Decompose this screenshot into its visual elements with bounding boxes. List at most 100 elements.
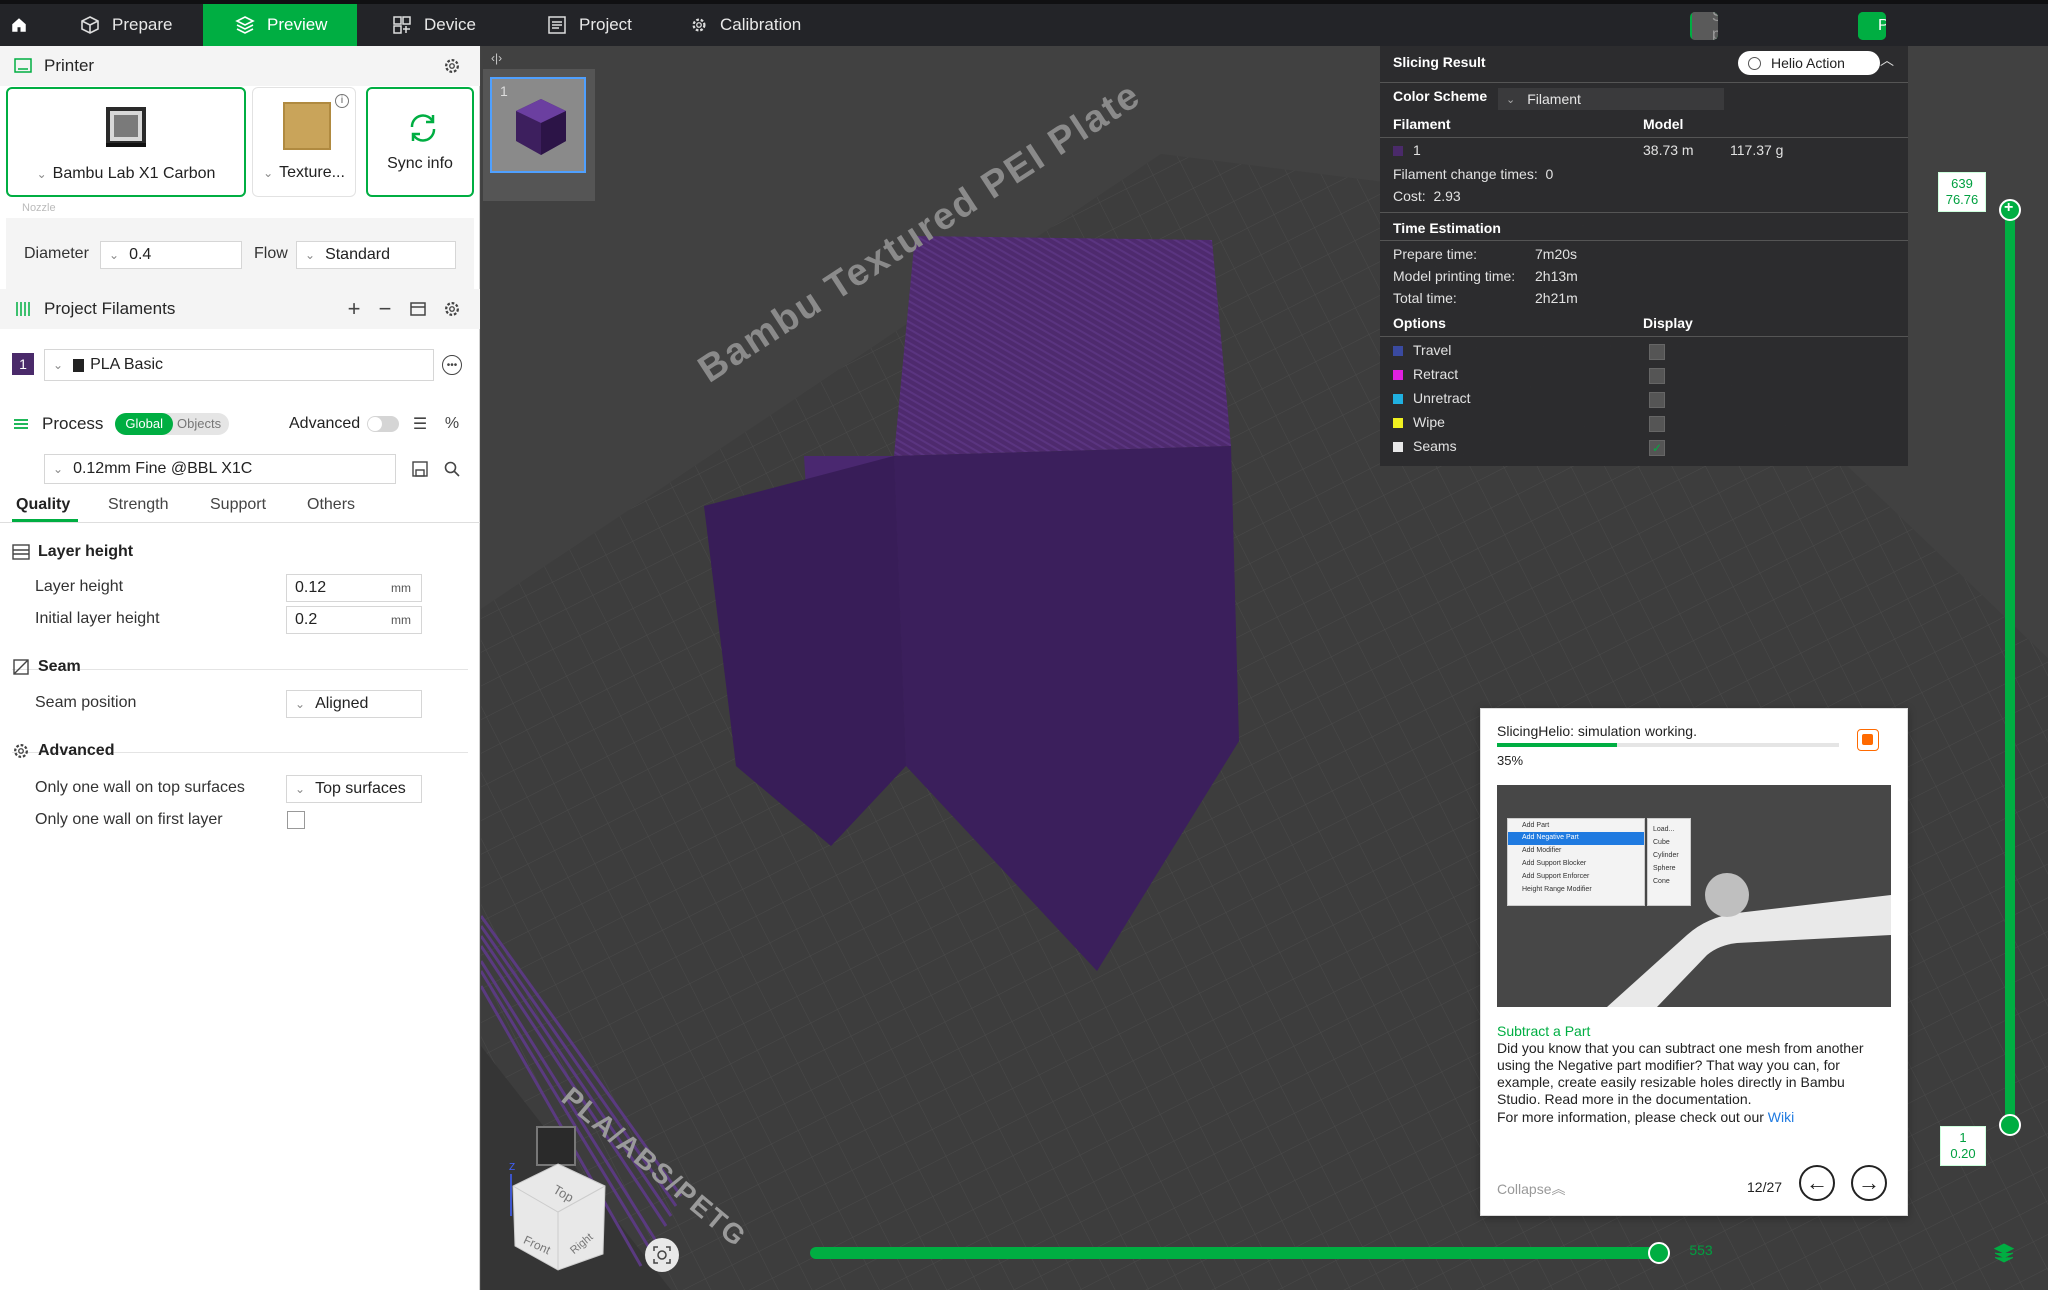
info-icon[interactable]: i (335, 94, 349, 108)
move-slider-readout: 553 (1689, 1242, 1713, 1258)
seams-checkbox[interactable]: ✓ (1649, 440, 1665, 456)
option-travel: Travel (1393, 342, 1451, 358)
navigation-cube[interactable]: Z Top Front Right (503, 1156, 613, 1276)
filament-settings-button[interactable] (442, 299, 462, 319)
advanced-category: Advanced (12, 742, 114, 760)
top-layer-knob[interactable]: + (1999, 199, 2021, 221)
move-slider-track[interactable] (810, 1247, 1663, 1259)
plate-thumbnail[interactable]: 1 (490, 77, 586, 173)
save-profile-button[interactable] (410, 459, 430, 479)
seam-icon (13, 659, 29, 675)
submenu-item: Load... (1653, 826, 1675, 833)
slice-plate-button[interactable]: Slice plate (1692, 12, 1718, 40)
filament-select[interactable]: ⌄ PLA Basic (44, 349, 434, 381)
plate-card[interactable]: i ⌄ Texture... (252, 87, 356, 197)
model-weight: 117.37 g (1730, 142, 1784, 158)
process-section-header: Process Global Objects Advanced ☰ % (0, 404, 480, 444)
tab-others[interactable]: Others (307, 496, 355, 514)
plate-thumbnail-panel: 1 (483, 69, 595, 201)
plus-icon: + (347, 296, 361, 321)
model-print-time-label: Model printing time: (1393, 268, 1516, 284)
retract-checkbox[interactable] (1649, 368, 1665, 384)
tab-calibration[interactable]: Calibration (690, 4, 830, 46)
tab-preview[interactable]: Preview (203, 4, 357, 46)
layer-height-category: Layer height (12, 543, 133, 561)
process-list-button[interactable]: ☰ (410, 414, 430, 434)
search-icon (444, 461, 460, 477)
fit-view-button[interactable] (645, 1238, 679, 1272)
menu-item: Add Modifier (1522, 847, 1562, 854)
seam-position-select[interactable]: ⌄ Aligned (286, 690, 422, 718)
prev-tip-button[interactable]: ← (1799, 1165, 1835, 1201)
wiki-link[interactable]: Wiki (1768, 1109, 1794, 1125)
chevron-down-icon: ⌄ (295, 782, 306, 796)
process-layers-icon (14, 419, 28, 429)
submenu-illustration: Load... Cube Cylinder Sphere Cone (1647, 818, 1691, 906)
filament-sync-button[interactable] (408, 299, 428, 319)
remove-filament-button[interactable]: − (374, 296, 396, 321)
top-surfaces-select[interactable]: ⌄ Top surfaces (286, 775, 422, 803)
process-compare-button[interactable]: % (442, 414, 462, 434)
tab-prepare[interactable]: Prepare (80, 4, 200, 46)
flow-select[interactable]: ⌄ Standard (296, 241, 456, 269)
chevron-down-icon: ⌄ (295, 697, 306, 711)
tab-project[interactable]: Project (547, 4, 657, 46)
color-scheme-select[interactable]: ⌄ Filament (1498, 88, 1724, 110)
top-layer-readout: 639 76.76 (1938, 172, 1986, 212)
submenu-item: Sphere (1653, 865, 1676, 872)
minus-icon: − (378, 296, 392, 321)
slicing-result-panel: Slicing Result Helio Action ︿ Color Sche… (1380, 46, 1908, 466)
filament-index-badge[interactable]: 1 (12, 353, 34, 375)
first-layer-checkbox[interactable] (287, 811, 305, 829)
spool-sync-icon (410, 302, 426, 316)
tab-device[interactable]: Device (392, 4, 502, 46)
tab-support[interactable]: Support (210, 496, 266, 514)
flow-label: Flow (254, 245, 288, 262)
menu-item: Add Part (1522, 822, 1550, 829)
slice-plate-group: ⌄ Slice plate (1690, 12, 1718, 40)
toggle-global[interactable]: Global (115, 413, 173, 435)
travel-checkbox[interactable] (1649, 344, 1665, 360)
next-tip-button[interactable]: → (1851, 1165, 1887, 1201)
print-plate-button[interactable]: Print plate (1858, 12, 1886, 40)
sync-info-button[interactable]: Sync info (366, 87, 474, 197)
toggle-objects[interactable]: Objects (173, 413, 229, 435)
tab-strength[interactable]: Strength (108, 496, 168, 514)
home-button[interactable] (10, 4, 40, 46)
stop-button[interactable] (1857, 729, 1879, 751)
layers-icon (1993, 1243, 2015, 1263)
search-profile-button[interactable] (442, 459, 462, 479)
filament-more-button[interactable]: ••• (442, 355, 462, 375)
tip-body: Did you know that you can subtract one m… (1497, 1040, 1864, 1107)
initial-layer-height-input[interactable]: 0.2 mm (286, 606, 422, 634)
helio-action-button[interactable]: Helio Action (1738, 51, 1880, 75)
printer-name: ⌄ Bambu Lab X1 Carbon (36, 165, 216, 182)
layers-toggle-button[interactable] (1993, 1242, 2015, 1264)
cost-row: Cost: 2.93 (1393, 188, 1461, 204)
move-slider-knob[interactable] (1648, 1242, 1670, 1264)
printer-card[interactable]: ⌄ Bambu Lab X1 Carbon (6, 87, 246, 197)
tab-quality[interactable]: Quality (16, 496, 70, 514)
unretract-checkbox[interactable] (1649, 392, 1665, 408)
menu-item: Height Range Modifier (1522, 886, 1592, 893)
diameter-select[interactable]: ⌄ 0.4 (100, 241, 242, 269)
printer-settings-button[interactable] (442, 56, 462, 76)
add-filament-button[interactable]: + (343, 296, 365, 321)
collapse-button[interactable]: Collapse︽ (1497, 1179, 1565, 1199)
option-seams: Seams (1393, 438, 1457, 454)
global-objects-toggle[interactable]: Global Objects (115, 413, 230, 435)
bottom-layer-knob[interactable] (1999, 1114, 2021, 1136)
save-icon (412, 461, 428, 477)
arrow-right-icon: → (1858, 1170, 1880, 1195)
collapse-result-icon[interactable]: ︿ (1880, 50, 1894, 70)
layer-height-input[interactable]: 0.12 mm (286, 574, 422, 602)
process-profile-select[interactable]: ⌄ 0.12mm Fine @BBL X1C (44, 454, 396, 484)
wipe-checkbox[interactable] (1649, 416, 1665, 432)
filament-column-header: Filament (1393, 116, 1451, 132)
context-menu-illustration: Add Part Add Negative Part Add Modifier … (1507, 818, 1645, 906)
advanced-switch[interactable] (367, 416, 399, 432)
prepare-time-label: Prepare time: (1393, 246, 1478, 262)
layer-slider-track[interactable] (2005, 210, 2015, 1125)
layers-icon (235, 16, 255, 34)
collapse-sidebar-icon[interactable]: ‹|› (491, 51, 502, 65)
